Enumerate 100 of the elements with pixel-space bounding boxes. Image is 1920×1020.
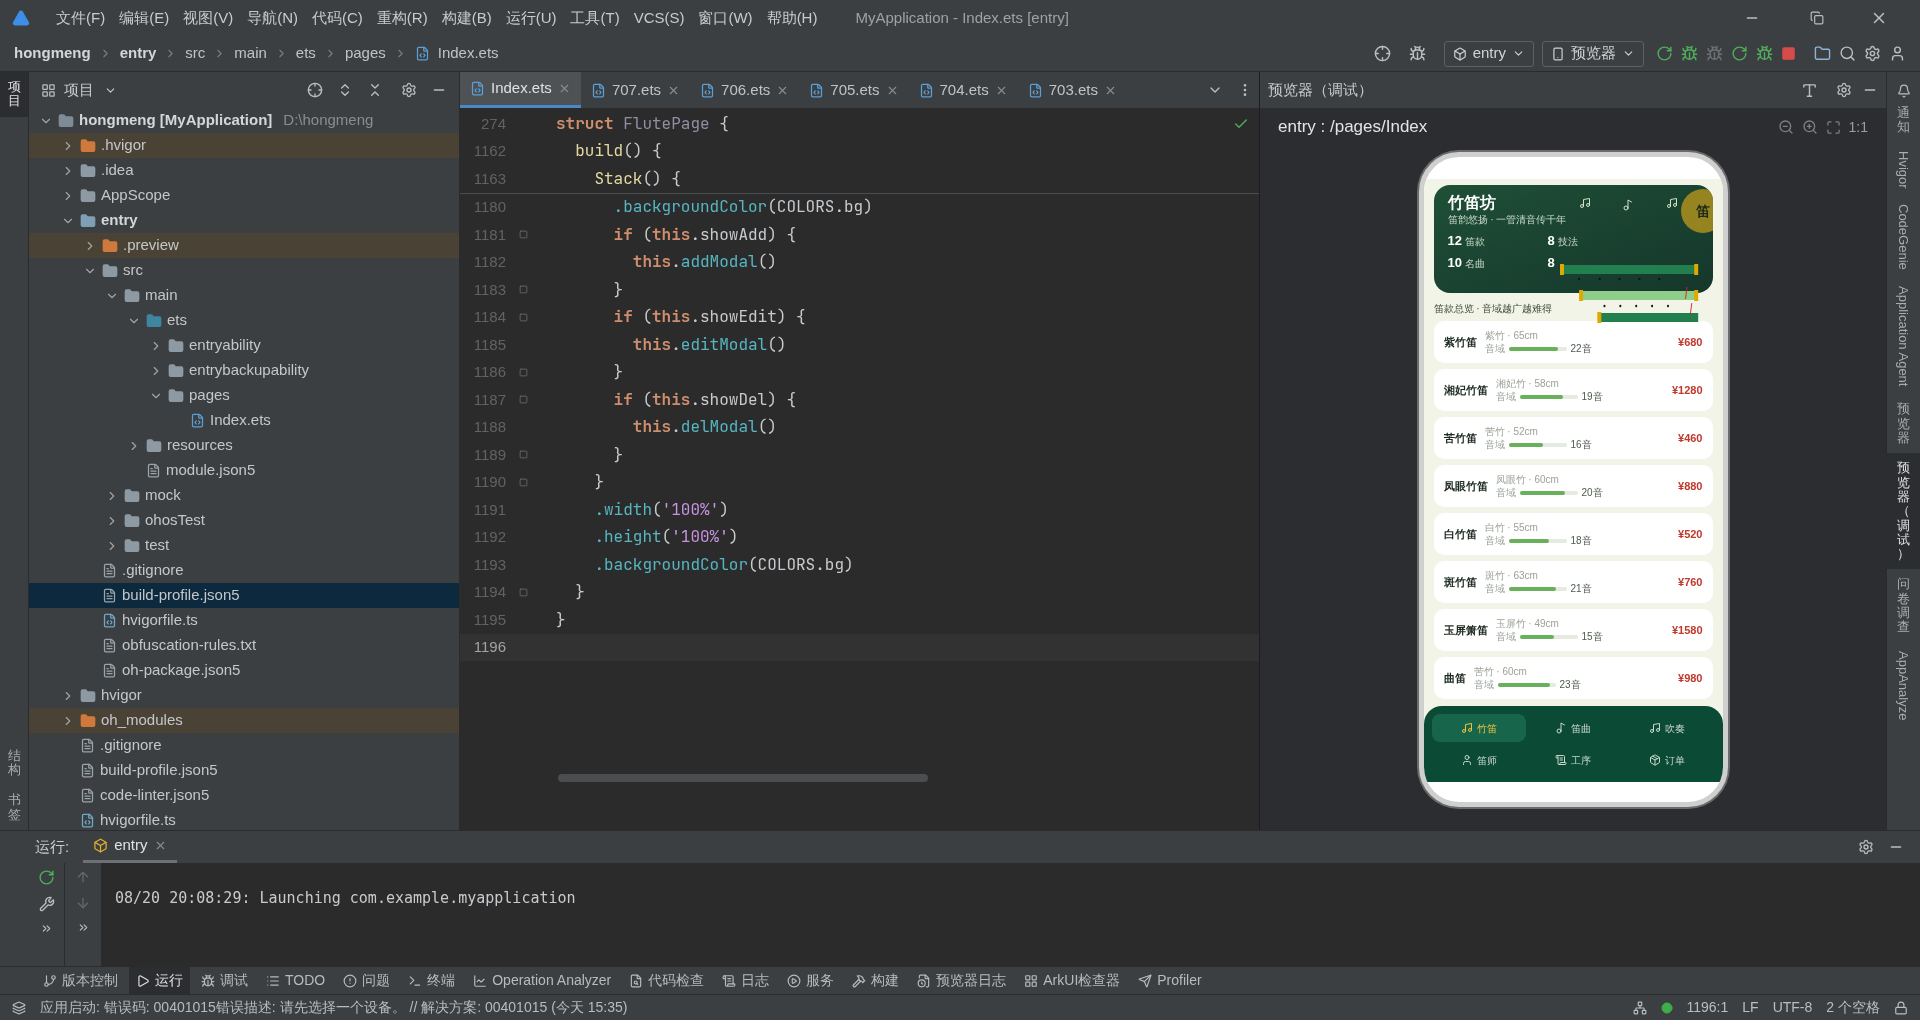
tool-window-button[interactable]: 代码检查 xyxy=(622,967,712,994)
tool-window-button[interactable]: 运行 xyxy=(129,967,190,994)
tree-item[interactable]: entrybackupability xyxy=(29,358,459,383)
side-tab[interactable]: 问卷调查 xyxy=(1887,569,1920,643)
menu-item[interactable]: 帮助(H) xyxy=(760,6,824,30)
account-icon[interactable] xyxy=(1889,45,1906,62)
tree-item[interactable]: hvigorfile.ts xyxy=(29,608,459,633)
tree-item[interactable]: obfuscation-rules.txt xyxy=(29,633,459,658)
menu-item[interactable]: 运行(U) xyxy=(499,6,563,30)
run-config-dropdown[interactable]: entry xyxy=(1443,40,1534,67)
menu-item[interactable]: 导航(N) xyxy=(241,6,304,30)
tool-window-button[interactable]: 服务 xyxy=(780,967,842,994)
side-tab[interactable]: 预览器（调试） xyxy=(1887,453,1920,570)
nav-tab[interactable]: 笛曲 xyxy=(1525,714,1621,742)
tree-item[interactable]: ohosTest xyxy=(29,508,459,533)
settings-icon[interactable] xyxy=(401,82,417,98)
tree-item[interactable]: src xyxy=(29,258,459,283)
target-icon[interactable] xyxy=(1373,45,1391,62)
notification-icon[interactable] xyxy=(1896,84,1911,98)
side-tab[interactable]: 项目 xyxy=(0,72,28,117)
tree-item[interactable]: ets xyxy=(29,308,459,333)
tool-window-button[interactable]: 问题 xyxy=(336,967,398,994)
settings-icon[interactable] xyxy=(1858,839,1874,855)
layout-icon[interactable] xyxy=(12,1000,26,1015)
tool-window-button[interactable]: 构建 xyxy=(845,967,907,994)
breadcrumb[interactable]: main xyxy=(234,42,267,65)
side-tab[interactable]: 书签 xyxy=(0,785,28,830)
network-icon[interactable] xyxy=(1632,1000,1647,1015)
tree-item[interactable]: hongmeng [MyApplication] D:\hongmeng xyxy=(29,108,459,133)
tree-item[interactable]: oh-package.json5 xyxy=(29,658,459,683)
tool-window-button[interactable]: 版本控制 xyxy=(36,967,125,994)
menu-item[interactable]: 重构(R) xyxy=(370,6,434,30)
tool-window-button[interactable]: Profiler xyxy=(1131,967,1209,994)
menu-item[interactable]: 视图(V) xyxy=(177,6,240,30)
breadcrumb[interactable]: entry xyxy=(119,42,157,65)
tool-window-button[interactable]: Operation Analyzer xyxy=(466,967,619,994)
debug-icon[interactable] xyxy=(1681,45,1698,62)
breadcrumb[interactable]: hongmeng xyxy=(14,42,91,65)
tree-item[interactable]: entry xyxy=(29,208,459,233)
tool-window-button[interactable]: 预览器日志 xyxy=(910,967,1014,994)
menu-item[interactable]: 工具(T) xyxy=(564,6,626,30)
side-tab[interactable]: Application Agent xyxy=(1887,277,1920,395)
tree-item[interactable]: .idea xyxy=(29,158,459,183)
menu-item[interactable]: VCS(S) xyxy=(627,6,691,30)
tree-item[interactable]: hvigorfile.ts xyxy=(29,808,459,830)
menu-item[interactable]: 代码(C) xyxy=(306,6,369,30)
more-icon[interactable] xyxy=(40,922,53,935)
horizontal-scrollbar[interactable] xyxy=(558,774,928,782)
restore-icon[interactable] xyxy=(1810,11,1824,25)
search-icon[interactable] xyxy=(1839,45,1856,62)
tree-item[interactable]: .gitignore xyxy=(29,558,459,583)
tree-item[interactable]: pages xyxy=(29,383,459,408)
zoom-reset[interactable]: 1:1 xyxy=(1848,116,1868,138)
tool-window-button[interactable]: TODO xyxy=(259,967,333,994)
tree-item[interactable]: .gitignore xyxy=(29,733,459,758)
apply-changes-icon[interactable] xyxy=(1731,45,1748,62)
tree-item[interactable]: build-profile.json5 xyxy=(29,758,459,783)
profile-icon[interactable] xyxy=(1756,45,1773,62)
tree-item[interactable]: mock xyxy=(29,483,459,508)
tool-window-button[interactable]: 终端 xyxy=(401,967,463,994)
side-tab[interactable]: 结构 xyxy=(0,740,28,786)
tool-window-button[interactable]: 调试 xyxy=(194,967,255,994)
tree-item[interactable]: AppScope xyxy=(29,183,459,208)
side-tab[interactable]: AppAnalyze xyxy=(1887,642,1920,728)
tree-item[interactable]: module.json5 xyxy=(29,458,459,483)
folder-icon[interactable] xyxy=(1814,45,1831,62)
settings-icon[interactable] xyxy=(1864,45,1881,62)
locate-icon[interactable] xyxy=(307,82,323,98)
attach-debug-icon[interactable] xyxy=(1706,45,1723,62)
editor-tab[interactable]: 706.ets xyxy=(690,72,800,108)
tool-window-button[interactable]: ArkUI检查器 xyxy=(1017,967,1128,994)
stop-icon[interactable] xyxy=(1781,46,1796,61)
nav-tab[interactable]: 竹笛 xyxy=(1431,714,1526,742)
editor-tab[interactable]: 704.ets xyxy=(908,72,1018,108)
zoom-out-icon[interactable] xyxy=(1777,119,1794,135)
editor-tab[interactable]: 707.ets xyxy=(580,72,691,108)
tool-window-button[interactable]: 日志 xyxy=(715,967,777,994)
tree-item[interactable]: .hvigor xyxy=(29,133,459,158)
side-tab[interactable]: 预览器 xyxy=(1887,394,1920,454)
view-dropdown[interactable]: 项目 xyxy=(64,78,117,102)
menu-item[interactable]: 构建(B) xyxy=(435,6,498,30)
breadcrumb[interactable]: ets xyxy=(295,42,316,65)
nav-tab[interactable]: 吹奏 xyxy=(1620,714,1715,742)
tree-item[interactable]: .preview xyxy=(29,233,459,258)
menu-item[interactable]: 文件(F) xyxy=(50,6,112,30)
menu-item[interactable]: 编辑(E) xyxy=(113,6,176,30)
tree-item[interactable]: resources xyxy=(29,433,459,458)
caret-position[interactable]: 1196:1 xyxy=(1686,997,1729,1018)
nav-tab[interactable]: 笛师 xyxy=(1431,746,1526,774)
line-ending[interactable]: LF xyxy=(1742,997,1759,1018)
wrench-icon[interactable] xyxy=(38,896,55,912)
lock-icon[interactable] xyxy=(1894,1000,1908,1015)
file-encoding[interactable]: UTF-8 xyxy=(1772,997,1813,1018)
tree-item[interactable]: code-linter.json5 xyxy=(29,783,459,808)
side-tab[interactable]: Hvigor xyxy=(1887,142,1920,197)
side-tab[interactable]: 通知 xyxy=(1887,98,1920,143)
editor-tab[interactable]: 705.ets xyxy=(799,72,909,108)
tree-item[interactable]: test xyxy=(29,533,459,558)
zoom-in-icon[interactable] xyxy=(1801,119,1818,135)
rerun-icon[interactable] xyxy=(1656,45,1673,62)
